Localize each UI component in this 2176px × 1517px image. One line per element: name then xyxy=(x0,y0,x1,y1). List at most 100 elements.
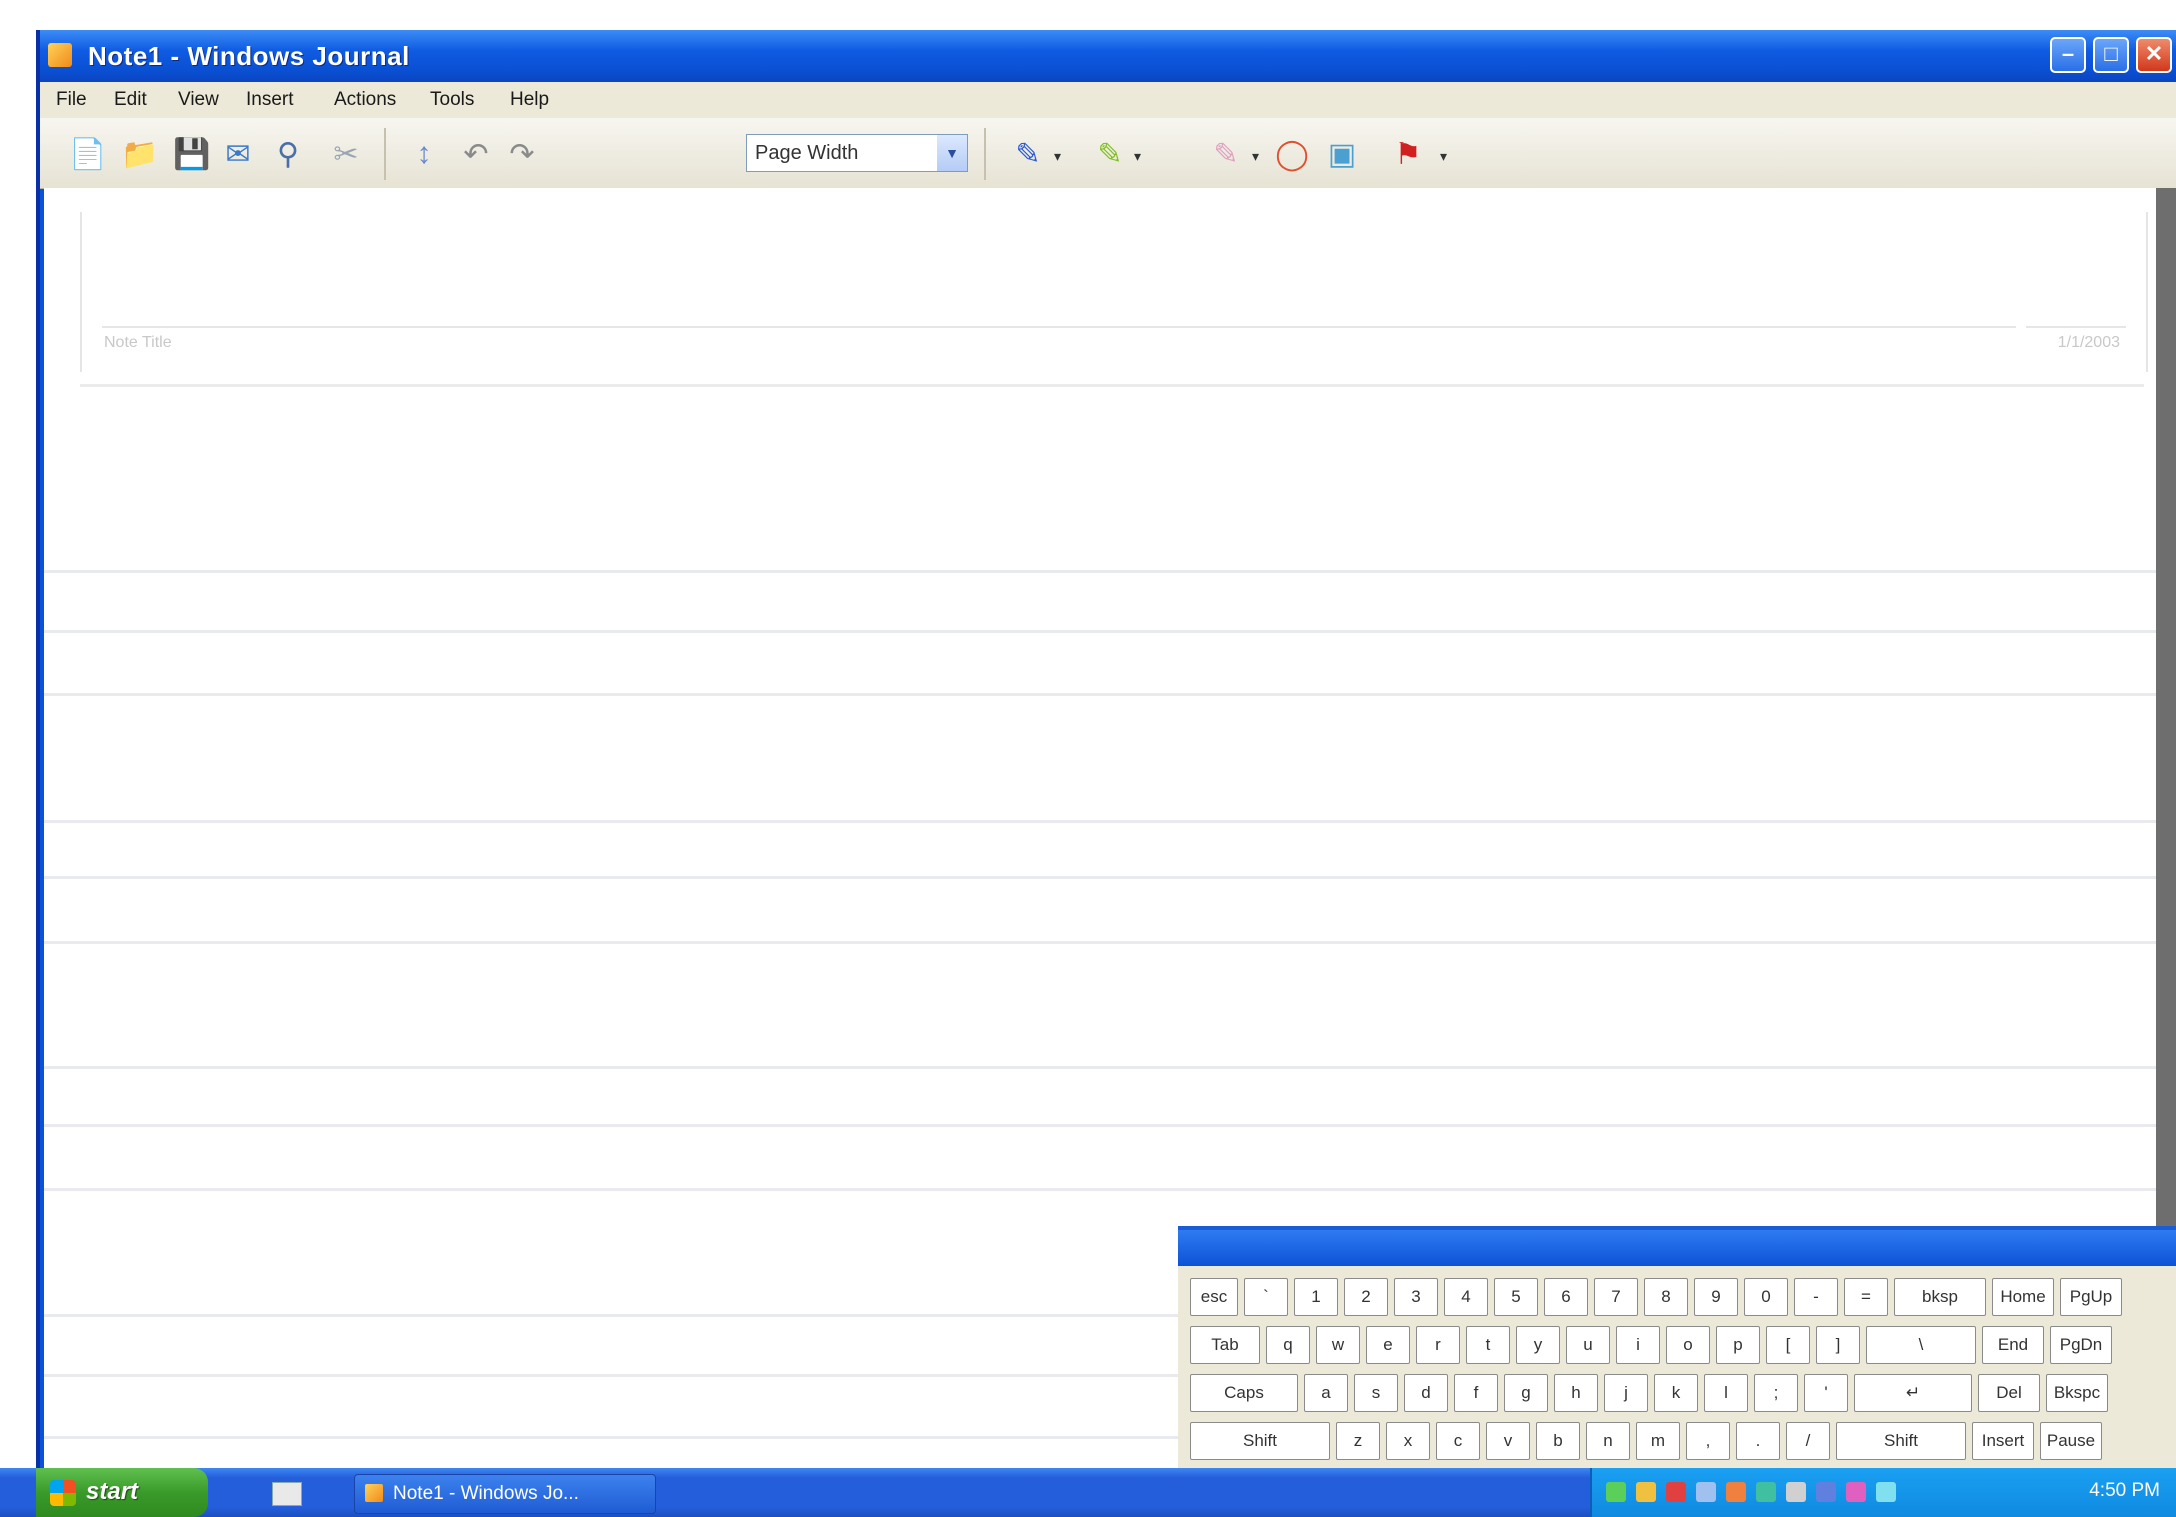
key[interactable]: w xyxy=(1316,1326,1360,1364)
tray-keyboard-icon[interactable] xyxy=(1876,1482,1896,1502)
key[interactable]: 8 xyxy=(1644,1278,1688,1316)
start-button[interactable]: start xyxy=(36,1468,208,1517)
key[interactable]: 3 xyxy=(1394,1278,1438,1316)
key[interactable]: \ xyxy=(1866,1326,1976,1364)
tray-sync-icon[interactable] xyxy=(1756,1482,1776,1502)
lasso-icon[interactable]: ◯ xyxy=(1270,132,1314,176)
key[interactable]: k xyxy=(1654,1374,1698,1412)
key[interactable]: 7 xyxy=(1594,1278,1638,1316)
pen-icon[interactable]: ✎ xyxy=(1006,132,1050,176)
eraser-icon[interactable]: ✎ xyxy=(1204,132,1248,176)
key[interactable]: Insert xyxy=(1972,1422,2034,1460)
open-icon[interactable]: 📁 xyxy=(118,132,162,176)
key[interactable]: r xyxy=(1416,1326,1460,1364)
tray-pen-icon[interactable] xyxy=(1696,1482,1716,1502)
menu-view[interactable]: View xyxy=(178,89,219,111)
key[interactable]: Shift xyxy=(1190,1422,1330,1460)
key[interactable]: n xyxy=(1586,1422,1630,1460)
key[interactable]: End xyxy=(1982,1326,2044,1364)
menu-insert[interactable]: Insert xyxy=(246,89,294,111)
key[interactable]: 0 xyxy=(1744,1278,1788,1316)
key[interactable]: / xyxy=(1786,1422,1830,1460)
eraser-dropdown-icon[interactable]: ▾ xyxy=(1252,148,1259,165)
key[interactable]: h xyxy=(1554,1374,1598,1412)
cut-icon[interactable]: ✂ xyxy=(324,132,368,176)
key[interactable]: 6 xyxy=(1544,1278,1588,1316)
key[interactable]: q xyxy=(1266,1326,1310,1364)
tray-alert-icon[interactable] xyxy=(1666,1482,1686,1502)
key[interactable]: , xyxy=(1686,1422,1730,1460)
key[interactable]: 4 xyxy=(1444,1278,1488,1316)
new-note-icon[interactable]: 📄 xyxy=(66,132,110,176)
tray-display-icon[interactable] xyxy=(1816,1482,1836,1502)
key[interactable]: Home xyxy=(1992,1278,2054,1316)
key[interactable]: Shift xyxy=(1836,1422,1966,1460)
menu-actions[interactable]: Actions xyxy=(334,89,396,111)
key[interactable]: ' xyxy=(1804,1374,1848,1412)
key[interactable]: Bkspc xyxy=(2046,1374,2108,1412)
key[interactable]: 5 xyxy=(1494,1278,1538,1316)
key[interactable]: g xyxy=(1504,1374,1548,1412)
insert-space-icon[interactable]: ↕ xyxy=(402,132,446,176)
key[interactable]: 2 xyxy=(1344,1278,1388,1316)
keyboard-title-bar[interactable] xyxy=(1178,1230,2176,1266)
key[interactable]: y xyxy=(1516,1326,1560,1364)
highlighter-dropdown-icon[interactable]: ▾ xyxy=(1134,148,1141,165)
key[interactable]: p xyxy=(1716,1326,1760,1364)
key[interactable]: bksp xyxy=(1894,1278,1986,1316)
key[interactable]: b xyxy=(1536,1422,1580,1460)
menu-edit[interactable]: Edit xyxy=(114,89,147,111)
tray-app-icon[interactable] xyxy=(1726,1482,1746,1502)
save-icon[interactable]: 💾 xyxy=(170,132,214,176)
key[interactable]: = xyxy=(1844,1278,1888,1316)
key[interactable]: i xyxy=(1616,1326,1660,1364)
key[interactable]: Pause xyxy=(2040,1422,2102,1460)
tray-power-icon[interactable] xyxy=(1636,1482,1656,1502)
maximize-button[interactable]: □ xyxy=(2093,37,2129,73)
key[interactable]: u xyxy=(1566,1326,1610,1364)
tray-volume-icon[interactable] xyxy=(1786,1482,1806,1502)
redo-icon[interactable]: ↷ xyxy=(500,132,544,176)
key[interactable]: ; xyxy=(1754,1374,1798,1412)
key[interactable]: ` xyxy=(1244,1278,1288,1316)
tray-network-icon[interactable] xyxy=(1606,1482,1626,1502)
key[interactable]: c xyxy=(1436,1422,1480,1460)
key[interactable]: Tab xyxy=(1190,1326,1260,1364)
view-select[interactable]: Page Width ▼ xyxy=(746,134,968,172)
undo-icon[interactable]: ↶ xyxy=(454,132,498,176)
close-button[interactable]: ✕ xyxy=(2136,37,2172,73)
key[interactable]: j xyxy=(1604,1374,1648,1412)
image-icon[interactable]: ▣ xyxy=(1320,132,1364,176)
minimize-button[interactable]: – xyxy=(2050,37,2086,73)
menu-tools[interactable]: Tools xyxy=(430,89,474,111)
key[interactable]: 9 xyxy=(1694,1278,1738,1316)
send-icon[interactable]: ✉ xyxy=(216,132,260,176)
show-desktop-icon[interactable] xyxy=(272,1482,302,1506)
key[interactable]: x xyxy=(1386,1422,1430,1460)
key[interactable]: f xyxy=(1454,1374,1498,1412)
key[interactable]: v xyxy=(1486,1422,1530,1460)
key[interactable]: ↵ xyxy=(1854,1374,1972,1412)
flag-dropdown-icon[interactable]: ▾ xyxy=(1440,148,1447,165)
key[interactable]: . xyxy=(1736,1422,1780,1460)
key[interactable]: d xyxy=(1404,1374,1448,1412)
menu-help[interactable]: Help xyxy=(510,89,549,111)
key[interactable]: esc xyxy=(1190,1278,1238,1316)
key[interactable]: Del xyxy=(1978,1374,2040,1412)
find-icon[interactable]: ⚲ xyxy=(266,132,310,176)
key[interactable]: a xyxy=(1304,1374,1348,1412)
key[interactable]: PgUp xyxy=(2060,1278,2122,1316)
menu-file[interactable]: File xyxy=(56,89,87,111)
pen-dropdown-icon[interactable]: ▾ xyxy=(1054,148,1061,165)
key[interactable]: o xyxy=(1666,1326,1710,1364)
key[interactable]: t xyxy=(1466,1326,1510,1364)
note-title-area[interactable]: Note Title 1/1/2003 xyxy=(80,212,2148,372)
key[interactable]: l xyxy=(1704,1374,1748,1412)
flag-icon[interactable]: ⚑ xyxy=(1386,132,1430,176)
tray-input-icon[interactable] xyxy=(1846,1482,1866,1502)
title-bar[interactable]: Note1 - Windows Journal – □ ✕ xyxy=(40,30,2176,82)
chevron-down-icon[interactable]: ▼ xyxy=(937,135,967,171)
key[interactable]: Caps xyxy=(1190,1374,1298,1412)
key[interactable]: e xyxy=(1366,1326,1410,1364)
key[interactable]: 1 xyxy=(1294,1278,1338,1316)
